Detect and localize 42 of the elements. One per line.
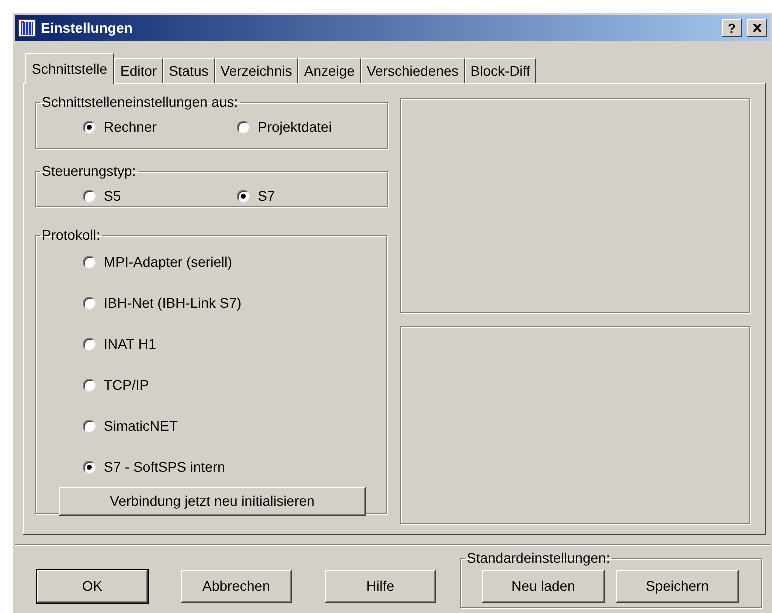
group-label: Standardeinstellungen: [466, 549, 612, 568]
group-label: Steuerungstyp: [41, 162, 138, 181]
reinitialize-button[interactable]: Verbindung jetzt neu initialisieren [59, 487, 366, 516]
help-button[interactable]: Hilfe [325, 570, 436, 603]
radio-button[interactable] [83, 297, 96, 310]
help-button[interactable]: ? [722, 19, 742, 37]
close-icon [752, 24, 762, 32]
group-label: Protokoll: [41, 226, 102, 245]
radio-label[interactable]: INAT H1 [104, 334, 156, 355]
tab[interactable]: Schnittstelle [25, 53, 114, 84]
reload-button[interactable]: Neu laden [482, 570, 605, 603]
radio-label[interactable]: Rechner [104, 117, 157, 138]
window-title: Einstellungen [41, 18, 134, 38]
close-button[interactable] [747, 19, 767, 37]
ok-button[interactable]: OK [37, 570, 148, 603]
radio-label[interactable]: S7 - SoftSPS intern [104, 457, 226, 478]
radio-button[interactable] [83, 190, 96, 203]
tab[interactable]: Verschiedenes [360, 58, 465, 83]
app-icon [18, 19, 36, 37]
radio-button[interactable] [83, 256, 96, 269]
radio-label[interactable]: S7 [258, 186, 276, 207]
radio-label[interactable]: MPI-Adapter (seriell) [104, 252, 232, 273]
radio-label[interactable]: TCP/IP [104, 375, 150, 396]
radio-label[interactable]: IBH-Net (IBH-Link S7) [104, 293, 242, 314]
tab[interactable]: Block-Diff [464, 58, 536, 83]
radio-button[interactable] [83, 338, 96, 351]
cancel-button[interactable]: Abbrechen [181, 570, 292, 603]
radio-button[interactable] [83, 420, 96, 433]
radio-button[interactable] [83, 461, 96, 474]
save-button[interactable]: Speichern [616, 570, 739, 603]
tab[interactable]: Anzeige [298, 58, 361, 83]
radio-button[interactable] [83, 121, 96, 134]
tab[interactable]: Verzeichnis [214, 58, 298, 83]
tab[interactable]: Editor [114, 58, 164, 83]
radio-button[interactable] [83, 379, 96, 392]
radio-button[interactable] [237, 190, 250, 203]
radio-label[interactable]: Projektdatei [258, 117, 332, 138]
radio-button[interactable] [237, 121, 250, 134]
group-label: Schnittstelleneinstellungen aus: [41, 93, 240, 112]
tab[interactable]: Status [163, 58, 215, 83]
radio-label[interactable]: SimaticNET [104, 416, 178, 437]
radio-label[interactable]: S5 [104, 186, 122, 207]
